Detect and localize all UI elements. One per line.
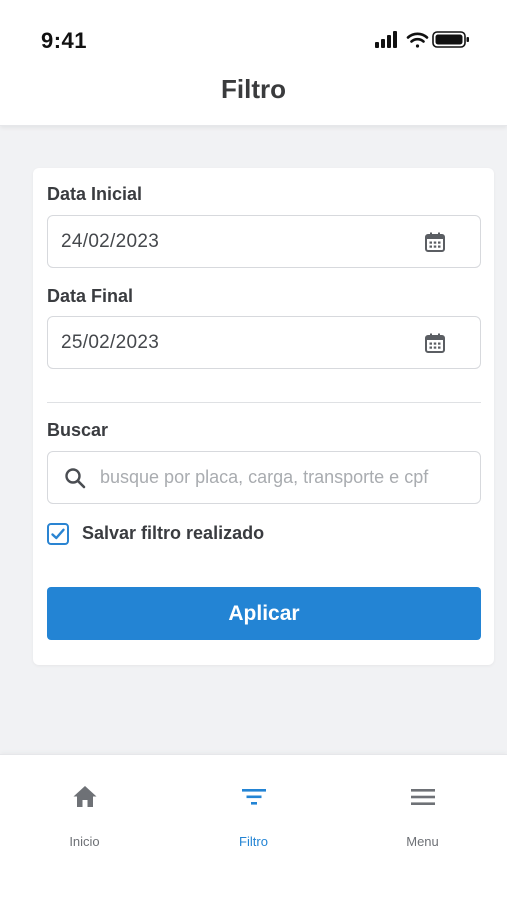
- menu-icon: [410, 789, 435, 805]
- search-field[interactable]: [47, 451, 481, 504]
- top-bar: 9:41 Filtro: [0, 0, 507, 126]
- nav-label-inicio: Inicio: [69, 834, 100, 849]
- nav-item-menu[interactable]: Menu: [338, 755, 507, 865]
- status-icons: [375, 29, 495, 51]
- save-filter-checkbox[interactable]: [47, 523, 69, 545]
- calendar-icon[interactable]: [424, 231, 446, 253]
- apply-button[interactable]: Aplicar: [47, 587, 481, 640]
- start-date-field[interactable]: 24/02/2023: [47, 215, 481, 268]
- page-title: Filtro: [221, 74, 286, 104]
- end-date-field[interactable]: 25/02/2023: [47, 316, 481, 369]
- signal-icon: [375, 31, 397, 48]
- signal-wifi-battery-icons: [375, 31, 469, 48]
- search-icon: [65, 468, 86, 489]
- save-filter-label[interactable]: Salvar filtro realizado: [82, 523, 264, 544]
- nav-item-inicio[interactable]: Inicio: [0, 755, 169, 865]
- calendar-icon[interactable]: [424, 332, 446, 354]
- nav-label-filtro: Filtro: [239, 834, 268, 849]
- checkmark-icon: [51, 528, 65, 540]
- wifi-icon: [406, 32, 429, 48]
- search-input[interactable]: [100, 452, 470, 503]
- status-time: 9:41: [41, 28, 88, 53]
- nav-item-filtro[interactable]: Filtro: [169, 755, 338, 865]
- end-date-value: 25/02/2023: [61, 332, 160, 353]
- divider: [47, 402, 481, 403]
- start-date-value: 24/02/2023: [61, 231, 160, 252]
- battery-icon: [432, 31, 469, 48]
- end-date-label: Data Final: [47, 286, 134, 306]
- bottom-nav: Inicio Filtro Menu: [0, 754, 507, 900]
- start-date-label: Data Inicial: [47, 184, 143, 204]
- filter-icon: [241, 789, 266, 805]
- nav-label-menu: Menu: [406, 834, 439, 849]
- home-icon: [73, 786, 96, 807]
- filter-card: Data Inicial 24/02/2023 Data Final 25/02…: [33, 168, 494, 665]
- search-label: Buscar: [47, 420, 109, 440]
